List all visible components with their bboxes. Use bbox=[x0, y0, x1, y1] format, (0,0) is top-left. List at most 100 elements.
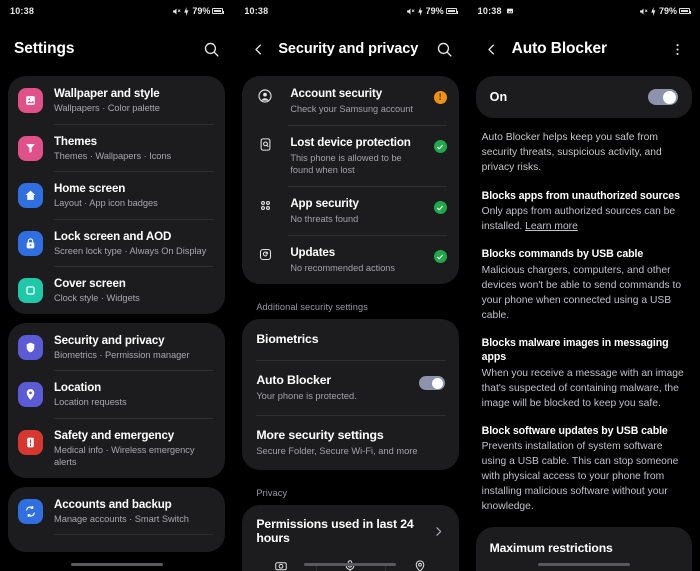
security-list: Account security Check your Samsung acco… bbox=[234, 76, 466, 571]
security-item-lost-device-protection[interactable]: Lost device protection This phone is all… bbox=[242, 125, 458, 186]
item-body: Biometrics bbox=[256, 332, 444, 347]
additional-security-card: Biometrics Auto Blocker Your phone is pr… bbox=[242, 319, 459, 470]
check-badge-icon bbox=[433, 140, 447, 153]
settings-title-bar: Settings bbox=[0, 22, 233, 76]
feature-malware-images: Blocks malware images in messaging apps … bbox=[482, 336, 686, 411]
lock-icon bbox=[18, 230, 43, 256]
app-grid-icon bbox=[254, 198, 276, 213]
item-subtitle: Secure Folder, Secure Wi-Fi, and more bbox=[256, 446, 418, 456]
themes-icon bbox=[18, 135, 43, 161]
camera-icon bbox=[274, 559, 288, 571]
security-item-updates[interactable]: Updates No recommended actions bbox=[242, 235, 458, 284]
auto-blocker-description: Auto Blocker helps keep you safe from se… bbox=[468, 130, 700, 514]
mute-icon bbox=[406, 7, 415, 16]
item-subtitle: Medical info · Wireless emergency alerts bbox=[54, 444, 195, 468]
phone-screen-settings: 10:38 79% Settings Wallpaper and style W… bbox=[0, 0, 234, 571]
screenshot-icon bbox=[506, 7, 514, 15]
security-item-more-security-settings[interactable]: More security settings Secure Folder, Se… bbox=[242, 415, 458, 470]
item-subtitle: Your phone is protected. bbox=[256, 391, 357, 401]
more-options-icon[interactable] bbox=[668, 39, 688, 59]
item-subtitle: Biometrics · Permission manager bbox=[54, 349, 190, 360]
security-item-body: Account security Check your Samsung acco… bbox=[290, 86, 425, 115]
feature-heading: Blocks commands by USB cable bbox=[481, 248, 644, 261]
status-badge-warning: ! bbox=[433, 91, 447, 104]
settings-item-body: Cover screen Clock style · Widgets bbox=[54, 275, 213, 305]
security-item-app-security[interactable]: App security No threats found bbox=[242, 186, 458, 235]
search-icon[interactable] bbox=[201, 39, 221, 59]
settings-item-safety-and-emergency[interactable]: Safety and emergency Medical info · Wire… bbox=[8, 417, 225, 478]
account-circle-icon bbox=[254, 88, 276, 104]
security-item-body: Lost device protection This phone is all… bbox=[290, 135, 425, 176]
permissions-header[interactable]: Permissions used in last 24 hours bbox=[242, 505, 458, 555]
permissions-title: Permissions used in last 24 hours bbox=[256, 517, 414, 545]
maximum-restrictions-label: Maximum restrictions bbox=[489, 541, 613, 556]
item-subtitle: Location requests bbox=[54, 397, 127, 407]
settings-item-partial-next[interactable] bbox=[8, 534, 225, 552]
status-bar-right-icons: 79% bbox=[406, 6, 458, 16]
check-badge-icon bbox=[433, 250, 447, 263]
page-title: Auto Blocker bbox=[511, 40, 607, 57]
security-item-body: Updates No recommended actions bbox=[290, 245, 425, 274]
security-item-account-security[interactable]: Account security Check your Samsung acco… bbox=[242, 76, 458, 125]
chevron-right-icon[interactable] bbox=[432, 525, 445, 538]
settings-item-body: Location Location requests bbox=[54, 379, 213, 409]
security-item-auto-blocker[interactable]: Auto Blocker Your phone is protected. bbox=[242, 360, 458, 415]
status-bar-right-icons: 79% bbox=[639, 6, 691, 16]
settings-item-themes[interactable]: Themes Themes · Wallpapers · Icons bbox=[8, 123, 225, 172]
battery-icon bbox=[678, 8, 691, 14]
mute-icon bbox=[172, 7, 181, 16]
back-chevron-icon[interactable] bbox=[248, 39, 268, 59]
item-title: Account security bbox=[290, 87, 382, 100]
settings-item-home-screen[interactable]: Home screen Layout · App icon badges bbox=[8, 171, 225, 219]
status-bar: 10:38 79% bbox=[234, 0, 466, 22]
status-bar-time: 10:38 bbox=[244, 6, 269, 16]
status-badge-ok bbox=[433, 201, 447, 214]
security-item-biometrics[interactable]: Biometrics bbox=[242, 319, 458, 360]
settings-item-wallpaper-and-style[interactable]: Wallpaper and style Wallpapers · Color p… bbox=[8, 76, 225, 124]
status-badge-ok bbox=[433, 140, 447, 153]
settings-item-location[interactable]: Location Location requests bbox=[8, 370, 225, 418]
auto-blocker-toggle[interactable] bbox=[418, 376, 445, 390]
status-bar: 10:38 79% bbox=[468, 0, 700, 22]
settings-item-cover-screen[interactable]: Cover screen Clock style · Widgets bbox=[8, 266, 225, 314]
home-indicator bbox=[304, 562, 397, 566]
item-subtitle: Screen lock type · Always On Display bbox=[54, 245, 207, 256]
item-title: Lost device protection bbox=[290, 136, 411, 149]
feature-body: Prevents installation of system software… bbox=[481, 441, 679, 513]
battery-percent: 79% bbox=[658, 6, 677, 16]
settings-item-accounts-and-backup[interactable]: Accounts and backup Manage accounts · Sm… bbox=[8, 487, 225, 535]
status-bar-time: 10:38 bbox=[10, 6, 35, 16]
mute-icon bbox=[639, 7, 648, 16]
sync-icon bbox=[18, 498, 43, 524]
item-title: Security and privacy bbox=[54, 333, 165, 347]
toggle-label: On bbox=[489, 90, 508, 104]
location-pin-outline-icon bbox=[413, 559, 427, 571]
section-label-privacy: Privacy bbox=[256, 488, 288, 498]
back-chevron-icon[interactable] bbox=[482, 39, 502, 59]
home-indicator bbox=[70, 562, 163, 566]
item-title: More security settings bbox=[256, 428, 384, 442]
status-badge-ok bbox=[433, 250, 447, 263]
settings-group-accounts: Accounts and backup Manage accounts · Sm… bbox=[8, 486, 226, 552]
settings-item-body: Safety and emergency Medical info · Wire… bbox=[54, 427, 213, 469]
page-title: Security and privacy bbox=[278, 41, 419, 57]
item-title: Cover screen bbox=[54, 277, 126, 290]
feature-heading: Blocks apps from unauthorized sources bbox=[481, 189, 680, 202]
page-title: Settings bbox=[14, 40, 75, 57]
permissions-card: Permissions used in last 24 hours Camera bbox=[242, 505, 459, 571]
three-phone-screenshots: 10:38 79% Settings Wallpaper and style W… bbox=[0, 0, 700, 571]
check-badge-icon bbox=[433, 201, 447, 214]
settings-item-lock-screen-and-aod[interactable]: Lock screen and AOD Screen lock type · A… bbox=[8, 218, 225, 267]
learn-more-link[interactable]: Learn more bbox=[525, 221, 578, 232]
settings-item-security-and-privacy[interactable]: Security and privacy Biometrics · Permis… bbox=[8, 323, 225, 371]
search-icon[interactable] bbox=[435, 39, 455, 59]
auto-blocker-master-toggle-row[interactable]: On bbox=[475, 76, 692, 118]
settings-group-security: Security and privacy Biometrics · Permis… bbox=[8, 322, 226, 478]
status-bar-time: 10:38 bbox=[477, 6, 502, 16]
auto-blocker-title-bar: Auto Blocker bbox=[468, 22, 700, 76]
auto-blocker-master-toggle[interactable] bbox=[647, 89, 678, 105]
battery-percent: 79% bbox=[425, 6, 444, 16]
item-title: Biometrics bbox=[256, 332, 319, 346]
item-title: Location bbox=[54, 381, 102, 394]
item-subtitle: Manage accounts · Smart Switch bbox=[54, 513, 189, 524]
